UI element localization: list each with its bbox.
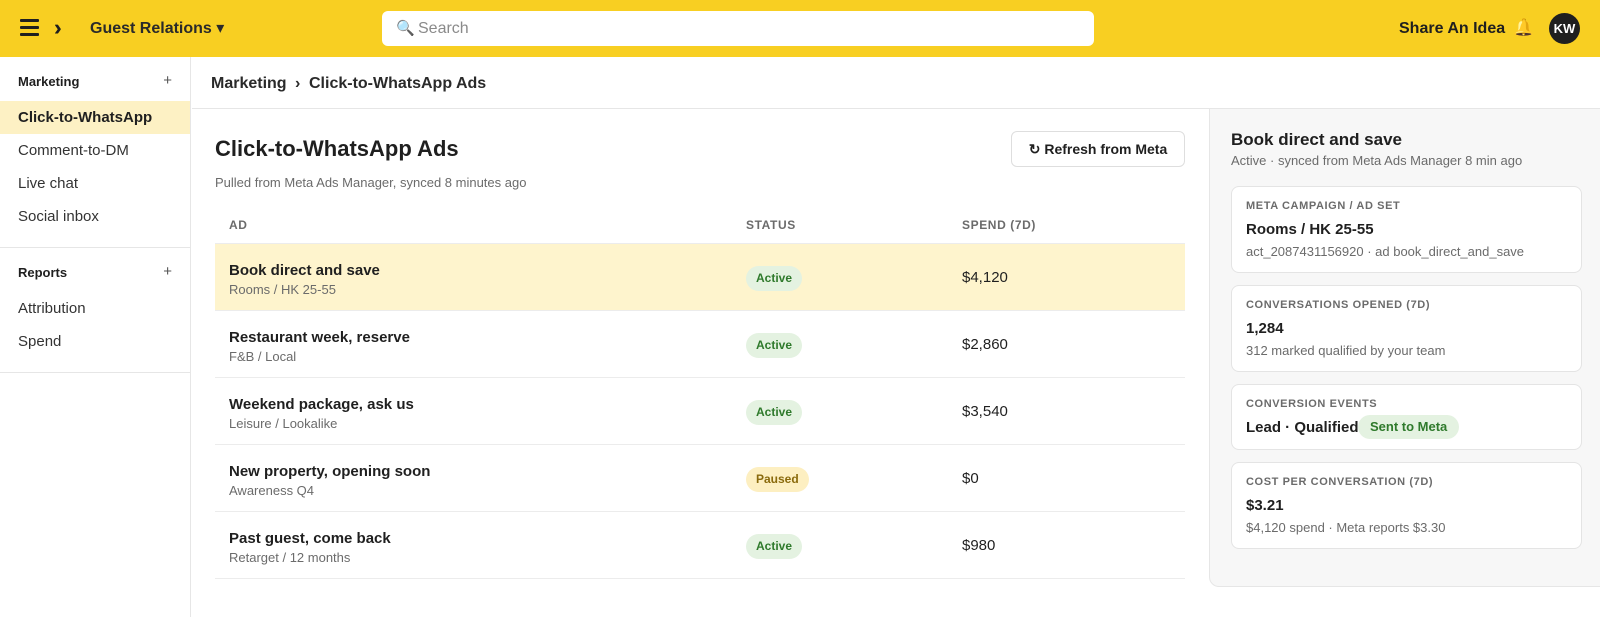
ads-table: AD STATUS SPEND (7D) Book direct and sav… (215, 206, 1185, 579)
ad-name: Book direct and save (229, 262, 380, 279)
card-value: 1,284 (1246, 320, 1284, 337)
table-header: AD STATUS SPEND (7D) (215, 206, 1185, 244)
sidebar-item-comment-to-dm[interactable]: Comment-to-DM (0, 134, 190, 167)
search-input[interactable] (418, 11, 1078, 46)
card-note: act_2087431156920 · ad book_direct_and_s… (1246, 244, 1525, 259)
ad-detail-panel: Book direct and save Active · synced fro… (1209, 109, 1600, 587)
card-label: COST PER CONVERSATION (7D) (1246, 476, 1434, 488)
ad-target: Retarget / 12 months (229, 550, 351, 565)
search-bar: 🔍 (382, 11, 1094, 46)
sidebar-section-reports: Reports + Attribution Spend (0, 248, 190, 373)
sidebar-item-live-chat[interactable]: Live chat (0, 167, 190, 200)
ad-spend: $4,120 (962, 269, 1008, 286)
search-icon: 🔍 (396, 20, 415, 37)
ad-target: Leisure / Lookalike (229, 416, 338, 431)
sidebar-section-header: Reports + (0, 248, 190, 292)
ad-target: F&B / Local (229, 349, 297, 364)
table-row[interactable]: New property, opening soon Awareness Q4 … (215, 445, 1185, 512)
sidebar: Marketing + Click-to-WhatsApp Comment-to… (0, 57, 191, 617)
user-avatar[interactable]: KW (1549, 13, 1580, 44)
card-value: Rooms / HK 25-55 (1246, 221, 1374, 238)
card-note: $4,120 spend · Meta reports $3.30 (1246, 520, 1446, 535)
conversations-card: CONVERSATIONS OPENED (7D) 1,284 312 mark… (1231, 285, 1582, 372)
sidebar-item-attribution[interactable]: Attribution (0, 292, 190, 325)
sidebar-item-click-to-whatsapp[interactable]: Click-to-WhatsApp (0, 101, 190, 134)
page-subtitle: Pulled from Meta Ads Manager, synced 8 m… (215, 175, 527, 190)
status-badge: Active (746, 266, 803, 291)
sidebar-section-title: Marketing (18, 74, 80, 89)
notification-bell-icon[interactable]: 🔔 (1513, 18, 1534, 38)
table-row[interactable]: Book direct and save Rooms / HK 25-55 Ac… (215, 244, 1185, 311)
share-an-idea-link[interactable]: Share An Idea (1399, 19, 1505, 39)
column-header-status: STATUS (746, 218, 796, 232)
ad-spend: $0 (962, 470, 979, 487)
status-badge: Active (746, 534, 803, 559)
sidebar-item-spend[interactable]: Spend (0, 325, 190, 358)
card-value: $3.21 (1246, 497, 1284, 514)
detail-title: Book direct and save (1231, 130, 1403, 149)
sidebar-section-title: Reports (18, 265, 68, 280)
plus-icon[interactable]: + (163, 263, 172, 280)
table-row[interactable]: Past guest, come back Retarget / 12 mont… (215, 512, 1185, 579)
ad-name: New property, opening soon (229, 463, 431, 480)
column-header-spend: SPEND (7D) (962, 218, 1037, 232)
ad-name: Past guest, come back (229, 530, 391, 547)
workspace-switcher[interactable]: Guest Relations ▾ (90, 19, 224, 39)
cost-per-conversation-card: COST PER CONVERSATION (7D) $3.21 $4,120 … (1231, 462, 1582, 549)
page-title: Click-to-WhatsApp Ads (215, 136, 459, 161)
ad-target: Rooms / HK 25-55 (229, 282, 336, 297)
hamburger-menu-icon[interactable] (20, 19, 39, 37)
ad-spend: $2,860 (962, 336, 1008, 353)
breadcrumb-parent[interactable]: Marketing (211, 74, 287, 94)
breadcrumb: Marketing › Click-to-WhatsApp Ads (192, 57, 1600, 109)
card-label: CONVERSATIONS OPENED (7D) (1246, 299, 1431, 311)
card-value: Lead · Qualified (1246, 419, 1359, 436)
refresh-from-meta-button[interactable]: ↻ Refresh from Meta (1011, 131, 1185, 167)
ad-spend: $3,540 (962, 403, 1008, 420)
card-label: META CAMPAIGN / AD SET (1246, 200, 1401, 212)
top-bar: ›› Guest Relations ▾ 🔍 Share An Idea 🔔 K… (0, 0, 1600, 57)
sidebar-section-marketing: Marketing + Click-to-WhatsApp Comment-to… (0, 57, 190, 248)
breadcrumb-separator-icon: › (295, 75, 301, 92)
ad-name: Restaurant week, reserve (229, 329, 410, 346)
status-badge: Paused (746, 467, 809, 492)
sidebar-section-header: Marketing + (0, 57, 190, 101)
detail-subtitle: Active · synced from Meta Ads Manager 8 … (1231, 153, 1523, 168)
breadcrumb-current: Click-to-WhatsApp Ads (309, 75, 487, 92)
campaign-card: META CAMPAIGN / AD SET Rooms / HK 25-55 … (1231, 186, 1582, 273)
conversion-events-card: CONVERSION EVENTS Lead · Qualified Sent … (1231, 384, 1582, 450)
ad-spend: $980 (962, 537, 996, 554)
double-chevron-right-icon[interactable]: ›› (54, 14, 59, 42)
plus-icon[interactable]: + (163, 72, 172, 89)
table-row[interactable]: Weekend package, ask us Leisure / Lookal… (215, 378, 1185, 445)
status-badge: Active (746, 400, 803, 425)
status-badge: Active (746, 333, 803, 358)
sidebar-item-social-inbox[interactable]: Social inbox (0, 200, 190, 233)
ad-target: Awareness Q4 (229, 483, 315, 498)
column-header-ad: AD (229, 218, 248, 232)
card-label: CONVERSION EVENTS (1246, 398, 1378, 410)
ad-name: Weekend package, ask us (229, 396, 414, 413)
sent-to-meta-badge: Sent to Meta (1358, 415, 1460, 439)
card-note: 312 marked qualified by your team (1246, 343, 1446, 358)
table-row[interactable]: Restaurant week, reserve F&B / Local Act… (215, 311, 1185, 378)
